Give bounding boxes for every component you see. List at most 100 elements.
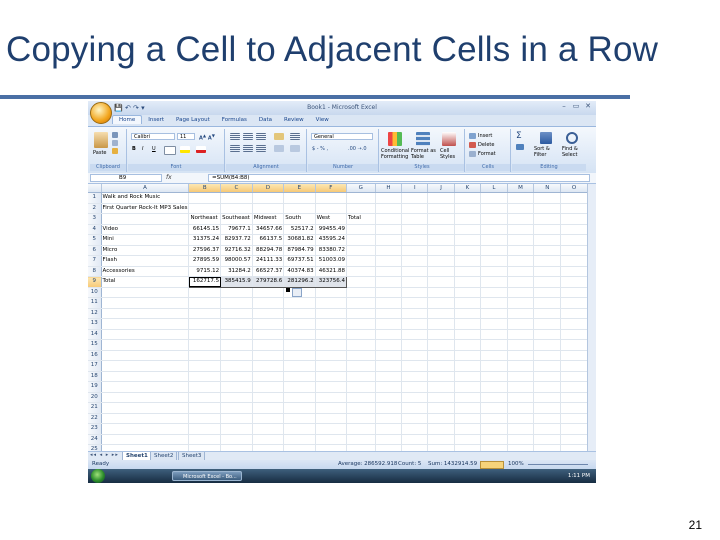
cell[interactable]: 43595.24 xyxy=(315,234,348,246)
cell[interactable]: West xyxy=(315,213,348,225)
cell[interactable] xyxy=(188,413,222,424)
office-button-icon[interactable] xyxy=(90,102,112,124)
cell[interactable] xyxy=(375,423,403,435)
indent-icon[interactable] xyxy=(274,145,284,152)
column-header[interactable]: O xyxy=(560,184,588,193)
cell[interactable] xyxy=(283,360,316,372)
cell[interactable] xyxy=(454,413,482,424)
cell[interactable] xyxy=(220,318,253,330)
cell[interactable] xyxy=(101,287,190,298)
cell[interactable] xyxy=(375,287,403,298)
cell[interactable]: Total xyxy=(101,276,190,288)
cell[interactable] xyxy=(101,339,190,351)
column-header[interactable]: D xyxy=(252,184,285,193)
cell[interactable] xyxy=(346,350,376,361)
cell[interactable]: 66137.5 xyxy=(252,234,285,246)
cell[interactable] xyxy=(188,350,222,361)
cell[interactable] xyxy=(101,434,190,445)
cell[interactable] xyxy=(252,413,285,424)
cell[interactable] xyxy=(427,213,455,225)
cell[interactable] xyxy=(507,381,535,393)
cell[interactable] xyxy=(507,192,535,204)
cell[interactable] xyxy=(507,224,535,235)
cell[interactable]: 98000.57 xyxy=(220,255,253,267)
cell[interactable]: Flash xyxy=(101,255,190,267)
cell[interactable]: 27895.59 xyxy=(188,255,222,267)
cell[interactable] xyxy=(346,423,376,435)
cell[interactable] xyxy=(560,192,588,204)
cell[interactable] xyxy=(454,371,482,382)
cell[interactable] xyxy=(480,360,508,372)
cell[interactable] xyxy=(427,381,455,393)
tab-page-layout[interactable]: Page Layout xyxy=(170,116,216,124)
cell[interactable]: 40374.83 xyxy=(283,266,316,277)
minimize-icon[interactable]: – xyxy=(558,102,570,110)
cell[interactable] xyxy=(346,245,376,256)
cell[interactable]: 34657.66 xyxy=(252,224,285,235)
cell[interactable] xyxy=(220,413,253,424)
cell[interactable] xyxy=(427,360,455,372)
cell[interactable] xyxy=(283,308,316,319)
cell[interactable] xyxy=(401,287,429,298)
cell[interactable] xyxy=(560,350,588,361)
row-header[interactable]: 9 xyxy=(88,276,102,288)
cell[interactable] xyxy=(346,318,376,330)
cell[interactable] xyxy=(188,318,222,330)
cell[interactable] xyxy=(454,297,482,309)
cell[interactable] xyxy=(507,339,535,351)
cell[interactable] xyxy=(454,234,482,246)
cell[interactable] xyxy=(315,402,348,414)
cell[interactable] xyxy=(560,203,588,214)
cell[interactable] xyxy=(401,402,429,414)
cell[interactable]: 82937.72 xyxy=(220,234,253,246)
cell[interactable] xyxy=(454,213,482,225)
cell[interactable] xyxy=(401,434,429,445)
cell[interactable] xyxy=(427,245,455,256)
cell[interactable] xyxy=(427,392,455,403)
cell-styles-icon[interactable] xyxy=(442,132,456,146)
auto-fill-options-icon[interactable] xyxy=(292,288,302,297)
cell[interactable] xyxy=(480,192,508,204)
cell[interactable]: Micro xyxy=(101,245,190,256)
cell[interactable] xyxy=(480,350,508,361)
cell[interactable] xyxy=(480,287,508,298)
cell[interactable] xyxy=(188,402,222,414)
cell[interactable] xyxy=(454,434,482,445)
cell[interactable] xyxy=(252,329,285,340)
cell[interactable] xyxy=(507,213,535,225)
cell[interactable] xyxy=(375,213,403,225)
cell[interactable] xyxy=(480,434,508,445)
cell[interactable] xyxy=(188,423,222,435)
cell[interactable]: Total xyxy=(346,213,376,225)
cell[interactable] xyxy=(427,224,455,235)
cell[interactable]: 30681.82 xyxy=(283,234,316,246)
zoom-level[interactable]: 100% xyxy=(508,460,524,469)
column-header[interactable]: A xyxy=(101,184,190,193)
cell[interactable] xyxy=(401,245,429,256)
cell[interactable] xyxy=(533,402,562,414)
row-header[interactable]: 5 xyxy=(88,234,102,246)
cell[interactable] xyxy=(315,308,348,319)
cell[interactable] xyxy=(507,413,535,424)
cell[interactable] xyxy=(454,318,482,330)
cell[interactable] xyxy=(283,297,316,309)
cell-styles-label[interactable]: Cell Styles xyxy=(440,148,460,160)
row-header[interactable]: 1 xyxy=(88,192,102,204)
cell[interactable] xyxy=(560,402,588,414)
cell[interactable] xyxy=(480,266,508,277)
cell[interactable] xyxy=(101,381,190,393)
format-cells-label[interactable]: Format xyxy=(478,151,496,157)
row-header[interactable]: 11 xyxy=(88,297,102,309)
cell[interactable] xyxy=(507,308,535,319)
wrap-text-icon[interactable] xyxy=(290,133,300,140)
cell[interactable] xyxy=(315,297,348,309)
cell[interactable] xyxy=(533,203,562,214)
conditional-formatting-icon[interactable] xyxy=(388,132,402,146)
cell[interactable] xyxy=(252,287,285,298)
tab-review[interactable]: Review xyxy=(278,116,310,124)
cell[interactable] xyxy=(252,360,285,372)
cell[interactable] xyxy=(220,434,253,445)
cell[interactable] xyxy=(375,192,403,204)
cell[interactable] xyxy=(560,255,588,267)
cell[interactable] xyxy=(480,297,508,309)
